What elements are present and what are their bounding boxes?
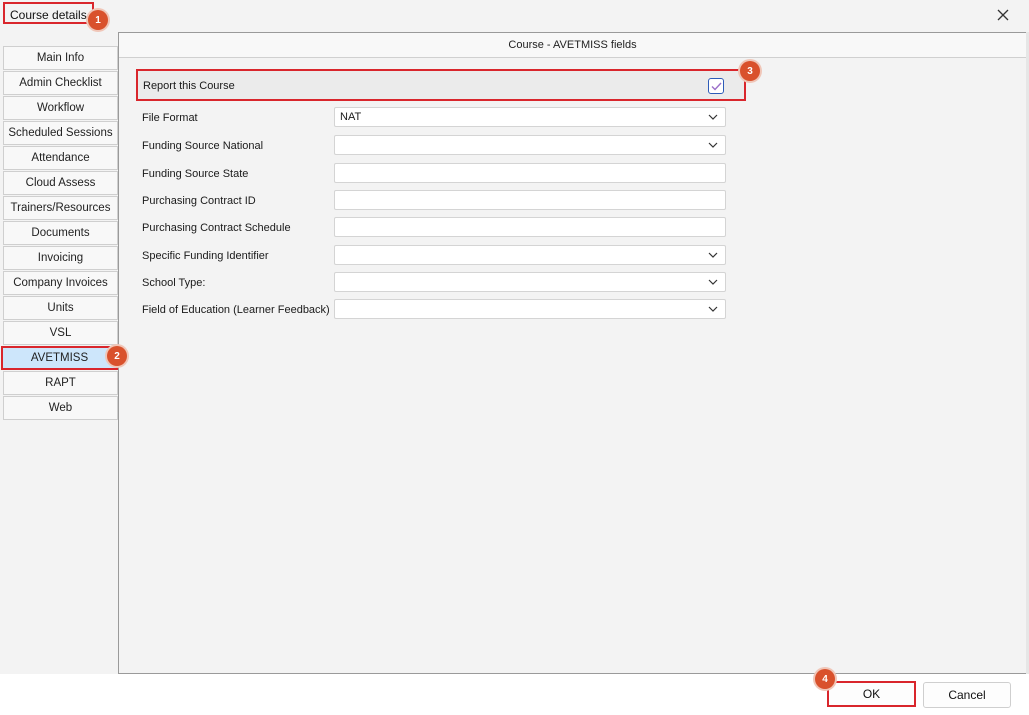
tab-units[interactable]: Units: [3, 296, 118, 320]
tab-attendance[interactable]: Attendance: [3, 146, 118, 170]
step-badge-3: 3: [740, 61, 760, 81]
report-course-label: Report this Course: [143, 80, 235, 92]
chevron-down-icon: [708, 252, 718, 258]
school-type-label: School Type:: [142, 277, 206, 289]
purchasing-contract-schedule-label: Purchasing Contract Schedule: [142, 222, 291, 234]
field-of-education-dropdown[interactable]: [334, 299, 726, 319]
course-details-window: Course details 1 Main Info Admin Checkli…: [0, 0, 1029, 715]
specific-funding-identifier-dropdown[interactable]: [334, 245, 726, 265]
report-course-checkbox[interactable]: [708, 78, 724, 94]
chevron-down-icon: [708, 279, 718, 285]
tab-avetmiss[interactable]: AVETMISS: [1, 346, 118, 370]
purchasing-contract-schedule-input[interactable]: [334, 217, 726, 237]
close-button[interactable]: [990, 4, 1016, 26]
tab-invoicing[interactable]: Invoicing: [3, 246, 118, 270]
file-format-dropdown[interactable]: NAT: [334, 107, 726, 127]
chevron-down-icon: [708, 114, 718, 120]
chevron-down-icon: [708, 306, 718, 312]
tab-main-info[interactable]: Main Info: [3, 46, 118, 70]
tab-company-invoices[interactable]: Company Invoices: [3, 271, 118, 295]
window-title: Course details: [3, 2, 94, 24]
tab-web[interactable]: Web: [3, 396, 118, 420]
school-type-dropdown[interactable]: [334, 272, 726, 292]
tab-documents[interactable]: Documents: [3, 221, 118, 245]
specific-funding-identifier-label: Specific Funding Identifier: [142, 250, 269, 262]
file-format-label: File Format: [142, 112, 198, 124]
field-of-education-label: Field of Education (Learner Feedback): [142, 304, 330, 316]
step-badge-1: 1: [88, 10, 108, 30]
report-course-row: Report this Course: [136, 69, 746, 101]
tab-vsl[interactable]: VSL: [3, 321, 118, 345]
tab-admin-checklist[interactable]: Admin Checklist: [3, 71, 118, 95]
close-icon: [997, 9, 1009, 21]
tab-list: Main Info Admin Checklist Workflow Sched…: [1, 46, 118, 421]
cancel-button[interactable]: Cancel: [923, 682, 1011, 708]
step-badge-2: 2: [107, 346, 127, 366]
file-format-value: NAT: [340, 111, 362, 123]
title-bar: Course details 1: [0, 0, 1029, 30]
funding-source-state-label: Funding Source State: [142, 168, 249, 180]
purchasing-contract-id-label: Purchasing Contract ID: [142, 195, 256, 207]
tab-workflow[interactable]: Workflow: [3, 96, 118, 120]
funding-source-state-input[interactable]: [334, 163, 726, 183]
tab-rapt[interactable]: RAPT: [3, 371, 118, 395]
checkmark-icon: [711, 82, 722, 91]
purchasing-contract-id-input[interactable]: [334, 190, 726, 210]
funding-source-national-label: Funding Source National: [142, 140, 264, 152]
chevron-down-icon: [708, 142, 718, 148]
panel-header: Course - AVETMISS fields: [119, 33, 1026, 58]
tab-trainers-resources[interactable]: Trainers/Resources: [3, 196, 118, 220]
tab-cloud-assess[interactable]: Cloud Assess: [3, 171, 118, 195]
ok-button[interactable]: OK: [827, 681, 916, 707]
step-badge-4: 4: [815, 669, 835, 689]
funding-source-national-dropdown[interactable]: [334, 135, 726, 155]
tab-scheduled-sessions[interactable]: Scheduled Sessions: [3, 121, 118, 145]
avetmiss-panel: Course - AVETMISS fields: [118, 32, 1027, 674]
